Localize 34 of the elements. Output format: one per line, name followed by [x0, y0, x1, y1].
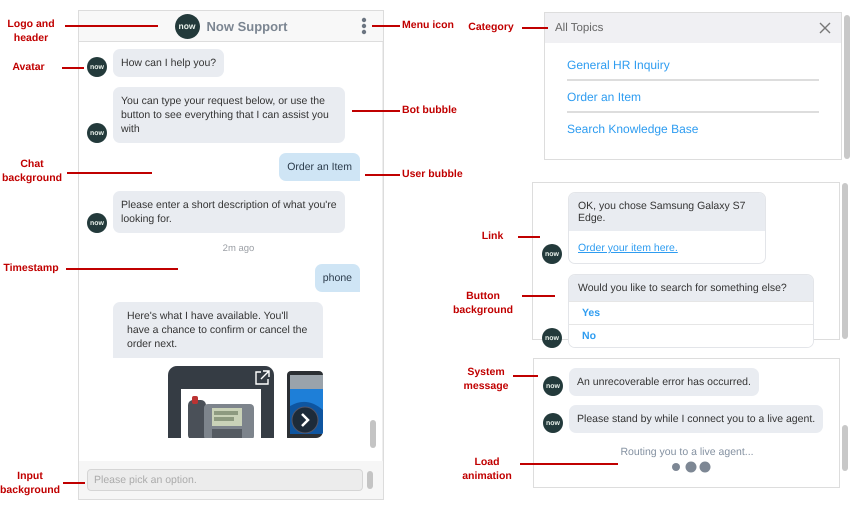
- annotation-label: User bubble: [402, 167, 464, 181]
- annotation-label: Menu icon: [402, 18, 455, 32]
- annotation-label: Button background: [452, 289, 514, 317]
- user-bubble: Order an Item: [279, 153, 360, 181]
- annotation-label: Category: [467, 20, 515, 34]
- topic-item[interactable]: Search Knowledge Base: [567, 113, 819, 143]
- annotation-label: Timestamp: [2, 261, 60, 275]
- annotation-label: Avatar: [11, 60, 46, 74]
- bot-message: Here's what I have available. You'll have a chance to confirm or cancel the order next.: [113, 302, 323, 358]
- bot-message: Would you like to search for something else?: [569, 275, 813, 301]
- bot-bubble: How can I help you?: [113, 49, 224, 77]
- category-title: All Topics: [555, 22, 604, 34]
- annotation-label: Link: [480, 229, 504, 243]
- loading-text: Routing you to a live agent...: [620, 446, 754, 458]
- bot-message: OK, you chose Samsung Galaxy S7 Edge.: [569, 193, 765, 231]
- annotation-label: System message: [462, 365, 510, 393]
- bot-bubble: You can type your request below, or use the button to see everything that I can assist you with: [113, 87, 345, 143]
- annotation-label: Load animation: [461, 455, 513, 483]
- system-message: Please stand by while I connect you to a live agent.: [569, 405, 824, 433]
- annotation-label: Chat background: [0, 157, 64, 185]
- user-bubble: phone: [314, 264, 360, 292]
- timestamp: 2m ago: [222, 243, 256, 254]
- bot-bubble: Please enter a short description of what you're looking for.: [113, 191, 345, 233]
- order-link[interactable]: Order your item here.: [578, 242, 678, 254]
- input-field[interactable]: Please pick an option.: [87, 469, 363, 491]
- topic-item[interactable]: General HR Inquiry: [567, 49, 819, 81]
- system-message: An unrecoverable error has occurred.: [569, 368, 759, 396]
- annotation-label: Bot bubble: [402, 103, 458, 117]
- option-button[interactable]: No: [569, 324, 813, 347]
- topic-item[interactable]: Order an Item: [567, 81, 819, 113]
- chat-title: Now Support: [206, 18, 288, 34]
- annotation-label: Input background: [0, 469, 60, 497]
- annotation-label: Logo and header: [6, 17, 56, 45]
- avatar: now: [174, 14, 200, 38]
